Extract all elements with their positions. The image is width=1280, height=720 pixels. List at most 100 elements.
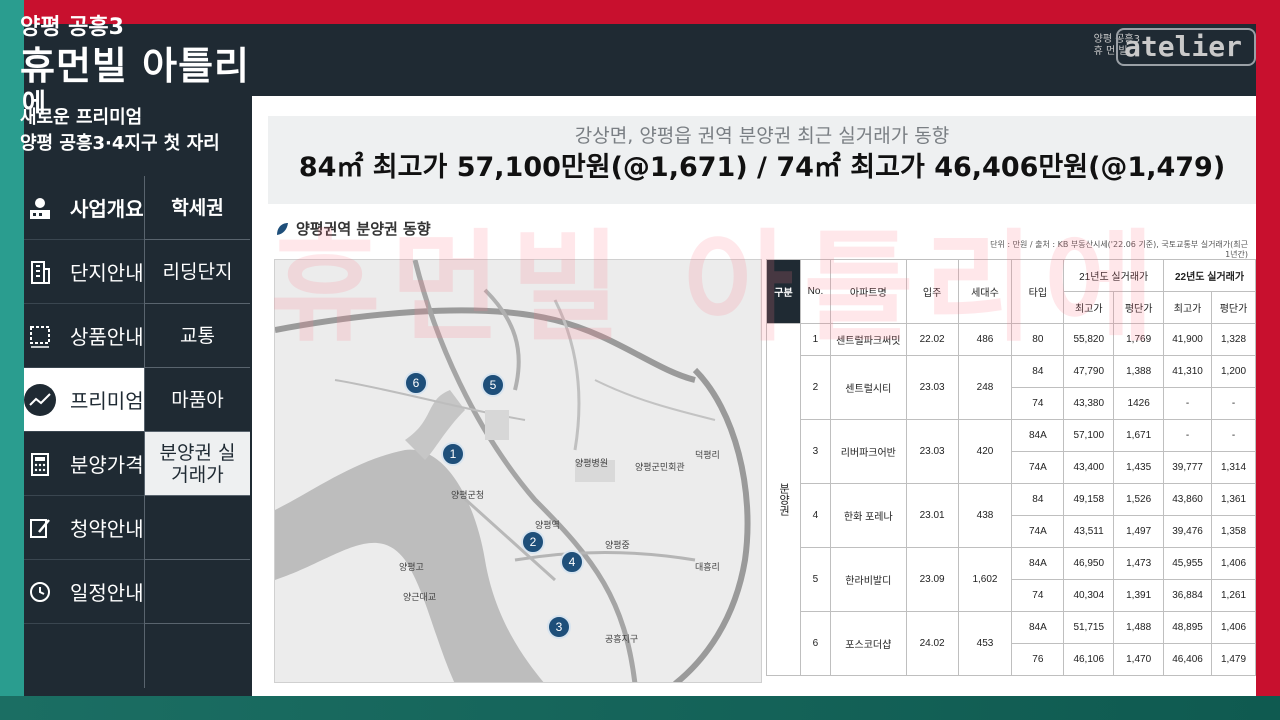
map-label: 양평군민회관: [635, 463, 685, 473]
price-2022-max: 45,955: [1163, 547, 1213, 580]
unit-type: 84: [1011, 483, 1065, 516]
submenu-item-transport[interactable]: 교통: [145, 304, 250, 368]
apartment-name: 센트럴파크써밋: [829, 323, 907, 356]
menu-label: 사업개요: [70, 197, 144, 221]
brand-logo[interactable]: atelier: [1116, 28, 1256, 66]
move-in-date: 24.02: [905, 611, 959, 676]
price-2022-per-pyeong: 1,328: [1211, 323, 1256, 356]
move-in-date: 23.03: [905, 355, 959, 420]
frame-right-bar: [1256, 0, 1280, 720]
price-2021-per-pyeong: 1,769: [1113, 323, 1165, 356]
person-building-icon: [18, 186, 62, 230]
submenu-item-mapuma[interactable]: 마품아: [145, 368, 250, 432]
submenu: 학세권 리딩단지 교통 마품아 분양권 실거래가: [144, 176, 250, 688]
menu-label: 분양가격: [70, 453, 144, 477]
menu-label: 청약안내: [70, 517, 144, 541]
leaf-icon: [277, 222, 288, 235]
price-2021-max: 46,950: [1063, 547, 1115, 580]
section-title: 양평권역 분양권 동향: [274, 218, 431, 239]
apartment-name: 한라비발디: [829, 547, 907, 612]
price-2021-max: 43,380: [1063, 387, 1115, 420]
price-2021-per-pyeong: 1,671: [1113, 419, 1165, 452]
floorplan-icon: [18, 314, 62, 358]
sidebar: 새로운 프리미엄 양평 공흥3·4지구 첫 자리 사업개요 단지안내 상품안내 …: [20, 96, 250, 696]
price-2021-max: 47,790: [1063, 355, 1115, 388]
submenu-item-transaction[interactable]: 분양권 실거래가: [145, 432, 250, 496]
household-count: 248: [957, 355, 1013, 420]
price-2022-per-pyeong: -: [1211, 387, 1256, 420]
map-label: 공흥지구: [605, 635, 639, 645]
price-2021-max: 43,511: [1063, 515, 1115, 548]
map-pin[interactable]: 1: [441, 442, 465, 466]
household-count: 420: [957, 419, 1013, 484]
price-2021-per-pyeong: 1,488: [1113, 611, 1165, 644]
map-pin[interactable]: 4: [560, 550, 584, 574]
map-label: 양평고: [399, 563, 424, 573]
household-count: 486: [957, 323, 1013, 356]
map-pin[interactable]: 3: [547, 615, 571, 639]
row-number: 3: [799, 419, 831, 484]
table-header-row: 구분 No. 아파트명 입주 세대수 타입 21년도 실거래가 22년도 실거래…: [766, 259, 1256, 324]
header-category: 구분: [766, 259, 801, 324]
price-2021-max: 49,158: [1063, 483, 1115, 516]
map-pin[interactable]: 6: [404, 371, 428, 395]
price-2021-max: 51,715: [1063, 611, 1115, 644]
header-per-pyeong: 평단가: [1113, 291, 1165, 324]
region-map[interactable]: 양평군청 양평병원 양평군민회관 양평중 덕평리 양평역 양평고 대흥리 공흥지…: [274, 259, 762, 683]
apartment-name: 센트럴시티: [829, 355, 907, 420]
price-2021-per-pyeong: 1,470: [1113, 643, 1165, 676]
price-2022-max: -: [1163, 387, 1213, 420]
submenu-empty: [145, 624, 250, 688]
header-type: 타입: [1011, 259, 1065, 324]
map-pin[interactable]: 2: [521, 530, 545, 554]
price-2022-per-pyeong: 1,361: [1211, 483, 1256, 516]
banner-headline: 84㎡ 최고가 57,100만원(@1,671) / 74㎡ 최고가 46,40…: [298, 152, 1226, 183]
row-number: 5: [799, 547, 831, 612]
transaction-table: 구분 No. 아파트명 입주 세대수 타입 21년도 실거래가 22년도 실거래…: [766, 259, 1256, 676]
map-pin[interactable]: 5: [481, 373, 505, 397]
unit-type: 74A: [1011, 515, 1065, 548]
building-icon: [18, 250, 62, 294]
household-count: 438: [957, 483, 1013, 548]
price-2022-per-pyeong: 1,261: [1211, 579, 1256, 612]
price-2021-max: 57,100: [1063, 419, 1115, 452]
headline-banner: 강상면, 양평읍 권역 분양권 최근 실거래가 동향 84㎡ 최고가 57,10…: [268, 116, 1256, 204]
transaction-table-wrap: 구분 No. 아파트명 입주 세대수 타입 21년도 실거래가 22년도 실거래…: [766, 259, 1256, 685]
map-label: 덕평리: [695, 451, 720, 461]
price-2021-per-pyeong: 1,388: [1113, 355, 1165, 388]
price-2021-max: 40,304: [1063, 579, 1115, 612]
header-2021: 21년도 실거래가: [1063, 259, 1165, 292]
frame-top-bar: [0, 0, 1280, 24]
move-in-date: 23.03: [905, 419, 959, 484]
header-max: 최고가: [1163, 291, 1213, 324]
row-number: 6: [799, 611, 831, 676]
table-row: 분양권 1 센트럴파크써밋 22.02 486 80 55,820 1,769 41,900 1,…: [766, 323, 1256, 676]
price-2022-per-pyeong: 1,479: [1211, 643, 1256, 676]
unit-type: 84A: [1011, 611, 1065, 644]
calculator-icon: [18, 442, 62, 486]
menu-label: 상품안내: [70, 325, 144, 349]
price-2022-max: 36,884: [1163, 579, 1213, 612]
price-2022-max: 46,406: [1163, 643, 1213, 676]
apartment-name: 포스코더샵: [829, 611, 907, 676]
unit-type: 84A: [1011, 547, 1065, 580]
submenu-item-school[interactable]: 학세권: [145, 176, 250, 240]
price-2021-per-pyeong: 1426: [1113, 387, 1165, 420]
map-label: 양평중: [605, 541, 630, 551]
apartment-name: 리버파크어반: [829, 419, 907, 484]
menu-label: 단지안내: [70, 261, 144, 285]
row-number: 2: [799, 355, 831, 420]
price-2022-per-pyeong: 1,314: [1211, 451, 1256, 484]
submenu-item-leading[interactable]: 리딩단지: [145, 240, 250, 304]
sidebar-subtitle2: 양평 공흥3·4지구 첫 자리: [20, 133, 220, 154]
header-households: 세대수: [957, 259, 1013, 324]
header-max: 최고가: [1063, 291, 1115, 324]
main-content: 강상면, 양평읍 권역 분양권 최근 실거래가 동향 84㎡ 최고가 57,10…: [252, 96, 1256, 696]
price-2022-max: 39,777: [1163, 451, 1213, 484]
header-move-in: 입주: [905, 259, 959, 324]
submenu-empty: [145, 560, 250, 624]
map-label: 대흥리: [695, 563, 720, 573]
move-in-date: 22.02: [905, 323, 959, 356]
menu-label: 프리미엄: [70, 389, 144, 413]
header-per-pyeong: 평단가: [1211, 291, 1256, 324]
